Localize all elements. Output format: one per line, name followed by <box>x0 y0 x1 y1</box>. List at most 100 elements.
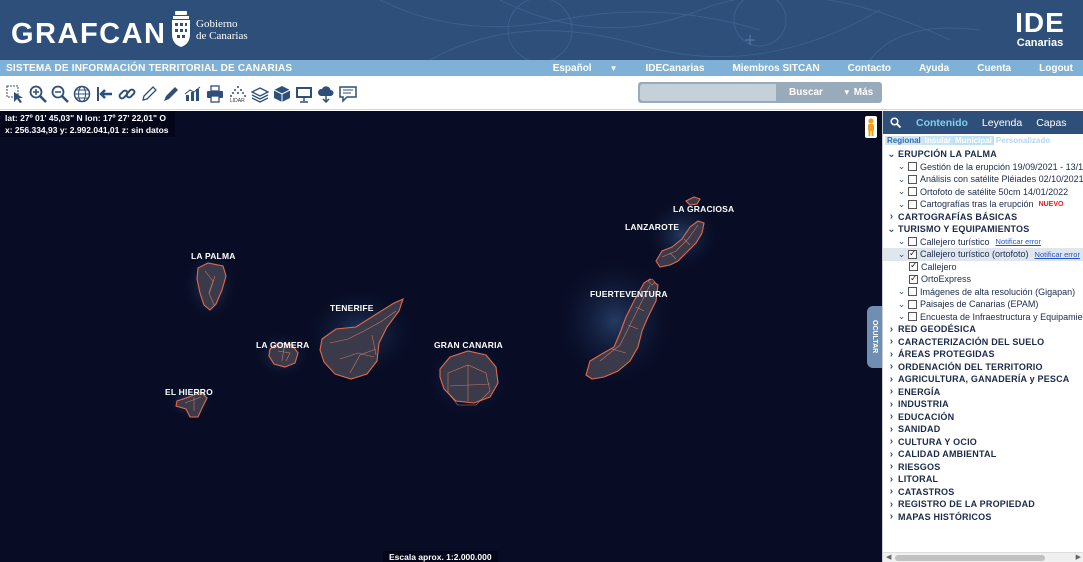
menu-contacto[interactable]: Contacto <box>848 63 891 74</box>
tree-item[interactable]: ⌄ Paisajes de Canarias (EPAM) <box>883 298 1083 311</box>
map-viewer[interactable]: lat: 27º 01' 45,03" N lon: 17º 27' 22,01… <box>0 111 882 562</box>
tree-category[interactable]: ⌄ TURISMO Y EQUIPAMIENTOS <box>883 223 1083 236</box>
tree-category[interactable]: › MAPAS HISTÓRICOS <box>883 511 1083 524</box>
map-canvas[interactable] <box>0 111 882 562</box>
lidar-icon[interactable]: LIDAR <box>229 85 247 104</box>
globe-icon[interactable] <box>73 85 91 103</box>
layer-checkbox[interactable] <box>908 299 917 309</box>
tree-item[interactable]: ⌄ Callejero turístico (ortofoto) Notificar… <box>883 248 1083 261</box>
chevron-right-icon[interactable]: › <box>887 436 896 447</box>
tree-category[interactable]: › LITORAL <box>883 473 1083 486</box>
chevron-right-icon[interactable]: › <box>887 324 896 335</box>
chevron-right-icon[interactable]: › <box>887 336 896 347</box>
hide-panel-button[interactable]: OCULTAR <box>867 306 882 368</box>
layer-checkbox[interactable] <box>908 174 917 184</box>
chevron-right-icon[interactable]: ⌄ <box>897 174 906 185</box>
chevron-right-icon[interactable]: › <box>887 486 896 497</box>
chevron-down-icon[interactable]: ⌄ <box>897 249 906 260</box>
tree-category[interactable]: › CALIDAD AMBIENTAL <box>883 448 1083 461</box>
tree-category[interactable]: › EDUCACIÓN <box>883 411 1083 424</box>
chevron-right-icon[interactable]: › <box>887 361 896 372</box>
zoom-out-icon[interactable] <box>51 85 69 103</box>
search-button[interactable]: Buscar <box>778 82 834 103</box>
tree-category[interactable]: › ORDENACIÓN DEL TERRITORIO <box>883 361 1083 374</box>
tree-category[interactable]: ⌄ ERUPCIÓN LA PALMA <box>883 148 1083 161</box>
link-icon[interactable] <box>118 85 136 103</box>
tree-category[interactable]: › AGRICULTURA, GANADERÍA y PESCA <box>883 373 1083 386</box>
scroll-left-icon[interactable]: ◀ <box>886 553 891 561</box>
tree-category[interactable]: › SANIDAD <box>883 423 1083 436</box>
scrollbar-thumb[interactable] <box>895 555 1045 561</box>
report-error-link[interactable]: Notificar error <box>996 237 1041 246</box>
tree-category[interactable]: › CARTOGRAFÍAS BÁSICAS <box>883 211 1083 224</box>
tree-category[interactable]: › CULTURA Y OCIO <box>883 436 1083 449</box>
search-icon[interactable] <box>883 117 907 128</box>
chevron-down-icon[interactable]: ⌄ <box>887 224 896 235</box>
subtab-personalizado[interactable]: Personalizado <box>994 136 1052 145</box>
menu-miembros-sitcan[interactable]: Miembros SITCAN <box>732 63 819 74</box>
chevron-right-icon[interactable]: › <box>887 399 896 410</box>
more-button[interactable]: ▼ Más <box>834 82 882 103</box>
layer-checkbox[interactable] <box>908 199 917 209</box>
layer-checkbox[interactable] <box>908 162 917 172</box>
chevron-right-icon[interactable]: › <box>887 461 896 472</box>
tree-item[interactable]: ⌄ Ortofoto de satélite 50cm 14/01/2022 <box>883 186 1083 199</box>
ide-canarias-logo[interactable]: IDE Canarias <box>1009 8 1071 49</box>
zoom-in-icon[interactable] <box>29 85 47 103</box>
layer-checkbox[interactable] <box>908 237 917 247</box>
tree-item[interactable]: ⌄ Imágenes de alta resolución (Gigapan) <box>883 286 1083 299</box>
tree-item[interactable]: ⌄ Gestión de la erupción 19/09/2021 - 13/… <box>883 161 1083 174</box>
layer-checkbox[interactable] <box>908 312 917 322</box>
tree-item[interactable]: ⌄ Cartografías tras la erupción NUEVO <box>883 198 1083 211</box>
tree-category[interactable]: › CATASTROS <box>883 486 1083 499</box>
scroll-right-icon[interactable]: ▶ <box>1076 553 1081 561</box>
chevron-right-icon[interactable]: › <box>887 474 896 485</box>
tab-capas[interactable]: Capas <box>1036 117 1066 129</box>
layer-checkbox[interactable] <box>909 260 918 272</box>
menu-logout[interactable]: Logout <box>1039 63 1073 74</box>
chevron-right-icon[interactable]: › <box>887 449 896 460</box>
chevron-right-icon[interactable]: ⌄ <box>897 186 906 197</box>
chevron-right-icon[interactable]: ⌄ <box>897 199 906 210</box>
presentation-icon[interactable] <box>295 85 313 103</box>
exit-icon[interactable] <box>96 85 114 103</box>
chevron-right-icon[interactable]: › <box>887 511 896 522</box>
chevron-right-icon[interactable]: › <box>887 386 896 397</box>
tree-category[interactable]: › RIESGOS <box>883 461 1083 474</box>
tree-item[interactable]: ⌄ Callejero turístico Notificar error <box>883 236 1083 249</box>
horizontal-scrollbar[interactable]: ◀ ▶ <box>883 552 1083 562</box>
eraser-pencil-icon[interactable] <box>140 85 158 103</box>
chevron-right-icon[interactable]: ⌄ <box>897 311 906 322</box>
tree-category[interactable]: › INDUSTRIA <box>883 398 1083 411</box>
subtab-regional[interactable]: Regional <box>885 136 923 145</box>
search-input[interactable] <box>640 84 776 101</box>
select-icon[interactable] <box>6 85 24 103</box>
menu-cuenta[interactable]: Cuenta <box>977 63 1011 74</box>
tree-item[interactable]: OrtoExpress <box>883 273 1083 286</box>
cloud-download-icon[interactable] <box>317 85 335 103</box>
tab-contenido[interactable]: Contenido <box>916 117 968 129</box>
layer-checkbox[interactable] <box>908 287 917 297</box>
pencil-icon[interactable] <box>162 85 180 103</box>
comment-icon[interactable] <box>339 85 357 103</box>
3d-box-icon[interactable] <box>273 85 291 103</box>
report-error-link[interactable]: Notificar error <box>1035 250 1080 259</box>
subtab-insular[interactable]: Insular <box>922 136 954 145</box>
gobierno-canarias-logo[interactable]: Gobierno de Canarias <box>170 10 248 50</box>
tree-item[interactable]: ⌄ Encuesta de Infraestructura y Equipamie… <box>883 311 1083 324</box>
chart-icon[interactable] <box>184 85 202 103</box>
chevron-right-icon[interactable]: ⌄ <box>897 286 906 297</box>
menu-ayuda[interactable]: Ayuda <box>919 63 949 74</box>
tree-item[interactable]: ⌄ Análisis con satélite Pléiades 02/10/20… <box>883 173 1083 186</box>
tree-category[interactable]: › RED GEODÉSICA <box>883 323 1083 336</box>
layer-checkbox[interactable] <box>908 248 917 259</box>
subtab-municipal[interactable]: Municipal <box>953 136 994 145</box>
chevron-right-icon[interactable]: › <box>887 411 896 422</box>
tree-category[interactable]: › ENERGÍA <box>883 386 1083 399</box>
chevron-right-icon[interactable]: › <box>887 499 896 510</box>
chevron-right-icon[interactable]: › <box>887 424 896 435</box>
chevron-right-icon[interactable]: › <box>887 211 896 222</box>
chevron-right-icon[interactable]: ⌄ <box>897 236 906 247</box>
tab-leyenda[interactable]: Leyenda <box>982 117 1022 129</box>
tree-item[interactable]: Callejero <box>883 260 1083 274</box>
